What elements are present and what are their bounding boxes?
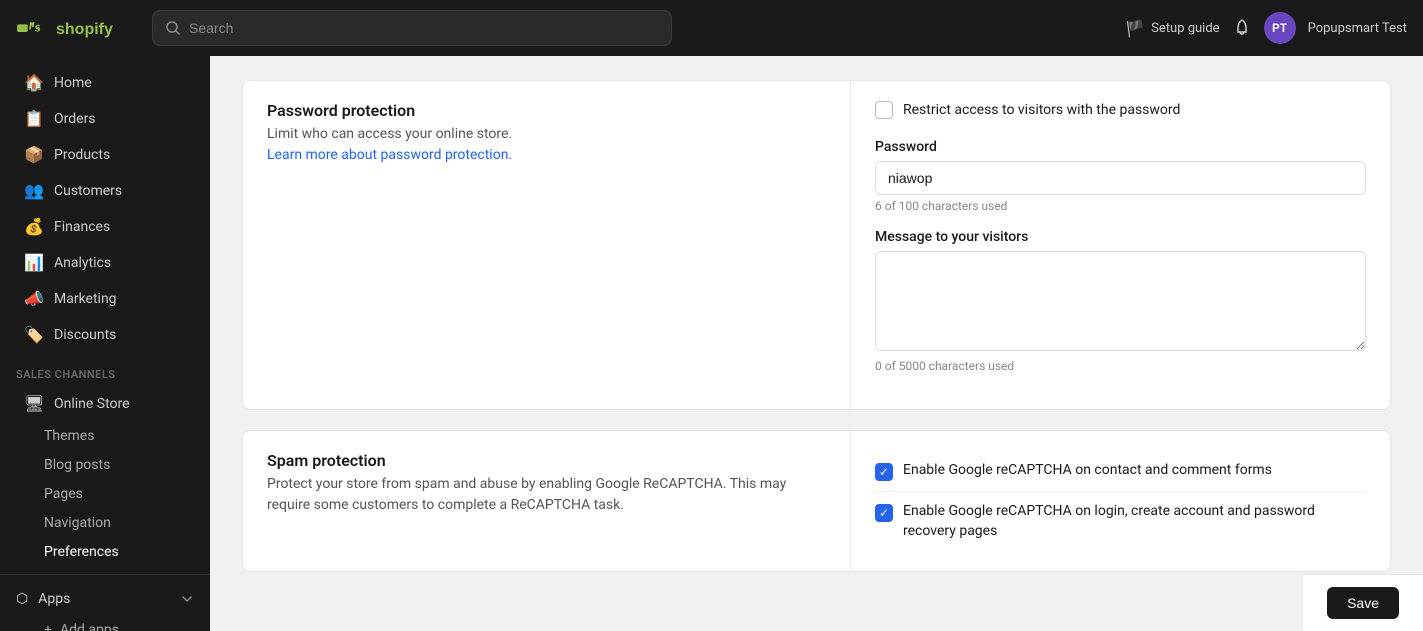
save-area: Save bbox=[1303, 574, 1423, 631]
apps-icon: ⬡ bbox=[16, 591, 28, 607]
products-icon: 📦 bbox=[24, 145, 44, 164]
password-left: Password protection Limit who can access… bbox=[243, 81, 826, 409]
search-input[interactable] bbox=[189, 20, 659, 36]
recaptcha-contact-label: Enable Google reCAPTCHA on contact and c… bbox=[903, 461, 1272, 481]
password-form-group: Password 6 of 100 characters used bbox=[875, 139, 1366, 213]
sidebar-item-home[interactable]: 🏠 Home bbox=[8, 65, 202, 100]
password-char-count: 6 of 100 characters used bbox=[875, 199, 1366, 213]
recaptcha-login-checkbox[interactable] bbox=[875, 504, 893, 522]
sidebar-sub-label: Navigation bbox=[44, 515, 111, 531]
apps-section[interactable]: ⬡ Apps bbox=[0, 583, 210, 615]
home-icon: 🏠 bbox=[24, 73, 44, 92]
flag-icon: 🏴 bbox=[1125, 19, 1145, 38]
sidebar-item-label: Online Store bbox=[54, 396, 130, 412]
sidebar-sub-label: Preferences bbox=[44, 544, 119, 560]
sidebar-item-label: Home bbox=[54, 75, 92, 91]
restrict-checkbox[interactable] bbox=[875, 101, 893, 119]
plus-icon: + bbox=[44, 622, 52, 631]
sidebar-item-label: Marketing bbox=[54, 291, 117, 307]
sidebar-item-label: Products bbox=[54, 147, 110, 163]
password-section-desc: Limit who can access your online store. … bbox=[267, 124, 802, 166]
sidebar-item-blog-posts[interactable]: Blog posts bbox=[8, 451, 202, 479]
restrict-row: Restrict access to visitors with the pas… bbox=[875, 101, 1366, 119]
topbar-right: 🏴 Setup guide PT Popupsmart Test bbox=[1125, 12, 1407, 44]
sidebar-item-label: Discounts bbox=[54, 327, 116, 343]
topbar: shopify 🏴 Setup guide PT Popupsmart Test bbox=[0, 0, 1423, 56]
apps-text: Apps bbox=[38, 591, 70, 607]
user-name: Popupsmart Test bbox=[1308, 21, 1407, 36]
password-input[interactable] bbox=[875, 161, 1366, 195]
sidebar-item-online-store[interactable]: 🖥 Online Store bbox=[8, 386, 202, 421]
discounts-icon: 🏷️ bbox=[24, 325, 44, 344]
sidebar-sub-label: Pages bbox=[44, 486, 83, 502]
password-desc-text: Limit who can access your online store. bbox=[267, 126, 512, 142]
notifications-button[interactable] bbox=[1232, 18, 1252, 38]
message-label: Message to your visitors bbox=[875, 229, 1366, 245]
sidebar-item-label: Customers bbox=[54, 183, 122, 199]
setup-guide-label: Setup guide bbox=[1151, 21, 1219, 36]
recaptcha-login-row: Enable Google reCAPTCHA on login, create… bbox=[875, 491, 1366, 551]
chevron-down-icon bbox=[180, 592, 194, 606]
message-form-group: Message to your visitors 0 of 5000 chara… bbox=[875, 229, 1366, 373]
restrict-label: Restrict access to visitors with the pas… bbox=[903, 102, 1180, 118]
sidebar-item-products[interactable]: 📦 Products bbox=[8, 137, 202, 172]
sidebar-sub-label: Themes bbox=[44, 428, 94, 444]
sidebar-item-label: Analytics bbox=[54, 255, 111, 271]
apps-label: ⬡ Apps bbox=[16, 591, 70, 607]
sidebar-item-pages[interactable]: Pages bbox=[8, 480, 202, 508]
sidebar-item-discounts[interactable]: 🏷️ Discounts bbox=[8, 317, 202, 352]
spam-section-title: Spam protection bbox=[267, 451, 802, 470]
recaptcha-contact-checkbox[interactable] bbox=[875, 463, 893, 481]
bell-icon bbox=[1232, 18, 1252, 38]
spam-right: Enable Google reCAPTCHA on contact and c… bbox=[850, 431, 1390, 571]
sidebar-item-label: Finances bbox=[54, 219, 110, 235]
save-button[interactable]: Save bbox=[1327, 587, 1399, 619]
finances-icon: 💰 bbox=[24, 217, 44, 236]
sidebar-item-themes[interactable]: Themes bbox=[8, 422, 202, 450]
password-protection-card: Password protection Limit who can access… bbox=[242, 80, 1391, 410]
logo[interactable]: shopify bbox=[16, 12, 136, 44]
sidebar-sub-label: Blog posts bbox=[44, 457, 110, 473]
customers-icon: 👥 bbox=[24, 181, 44, 200]
password-learn-more-link[interactable]: Learn more about password protection. bbox=[267, 147, 512, 163]
password-section-title: Password protection bbox=[267, 101, 802, 120]
sidebar: 🏠 Home 📋 Orders 📦 Products 👥 Customers 💰… bbox=[0, 56, 210, 631]
avatar[interactable]: PT bbox=[1264, 12, 1296, 44]
add-apps-label: Add apps bbox=[60, 622, 119, 631]
sidebar-item-finances[interactable]: 💰 Finances bbox=[8, 209, 202, 244]
sidebar-item-customers[interactable]: 👥 Customers bbox=[8, 173, 202, 208]
sidebar-item-marketing[interactable]: 📣 Marketing bbox=[8, 281, 202, 316]
analytics-icon: 📊 bbox=[24, 253, 44, 272]
main-layout: 🏠 Home 📋 Orders 📦 Products 👥 Customers 💰… bbox=[0, 56, 1423, 631]
message-textarea[interactable] bbox=[875, 251, 1366, 351]
message-char-count: 0 of 5000 characters used bbox=[875, 359, 1366, 373]
spam-left: Spam protection Protect your store from … bbox=[243, 431, 826, 571]
spam-section-desc: Protect your store from spam and abuse b… bbox=[267, 474, 802, 516]
svg-text:shopify: shopify bbox=[56, 21, 113, 38]
sidebar-item-orders[interactable]: 📋 Orders bbox=[8, 101, 202, 136]
spam-panel: Spam protection Protect your store from … bbox=[243, 431, 1390, 571]
sales-channels-label: Sales channels bbox=[0, 360, 210, 385]
recaptcha-contact-row: Enable Google reCAPTCHA on contact and c… bbox=[875, 451, 1366, 491]
password-panel: Password protection Limit who can access… bbox=[243, 81, 1390, 409]
recaptcha-login-label: Enable Google reCAPTCHA on login, create… bbox=[903, 502, 1366, 541]
spam-protection-card: Spam protection Protect your store from … bbox=[242, 430, 1391, 572]
password-right: Restrict access to visitors with the pas… bbox=[850, 81, 1390, 409]
orders-icon: 📋 bbox=[24, 109, 44, 128]
search-bar[interactable] bbox=[152, 10, 672, 46]
sidebar-item-analytics[interactable]: 📊 Analytics bbox=[8, 245, 202, 280]
search-icon bbox=[165, 20, 181, 36]
sidebar-item-label: Orders bbox=[54, 111, 96, 127]
setup-guide-button[interactable]: 🏴 Setup guide bbox=[1125, 19, 1219, 38]
sidebar-footer: ⬡ Apps + Add apps bbox=[0, 574, 210, 631]
password-label: Password bbox=[875, 139, 1366, 155]
marketing-icon: 📣 bbox=[24, 289, 44, 308]
sidebar-item-preferences[interactable]: Preferences bbox=[8, 538, 202, 566]
online-store-icon: 🖥 bbox=[24, 394, 44, 413]
sidebar-item-navigation[interactable]: Navigation bbox=[8, 509, 202, 537]
content-area: Password protection Limit who can access… bbox=[210, 56, 1423, 631]
add-apps-button[interactable]: + Add apps bbox=[8, 616, 202, 631]
